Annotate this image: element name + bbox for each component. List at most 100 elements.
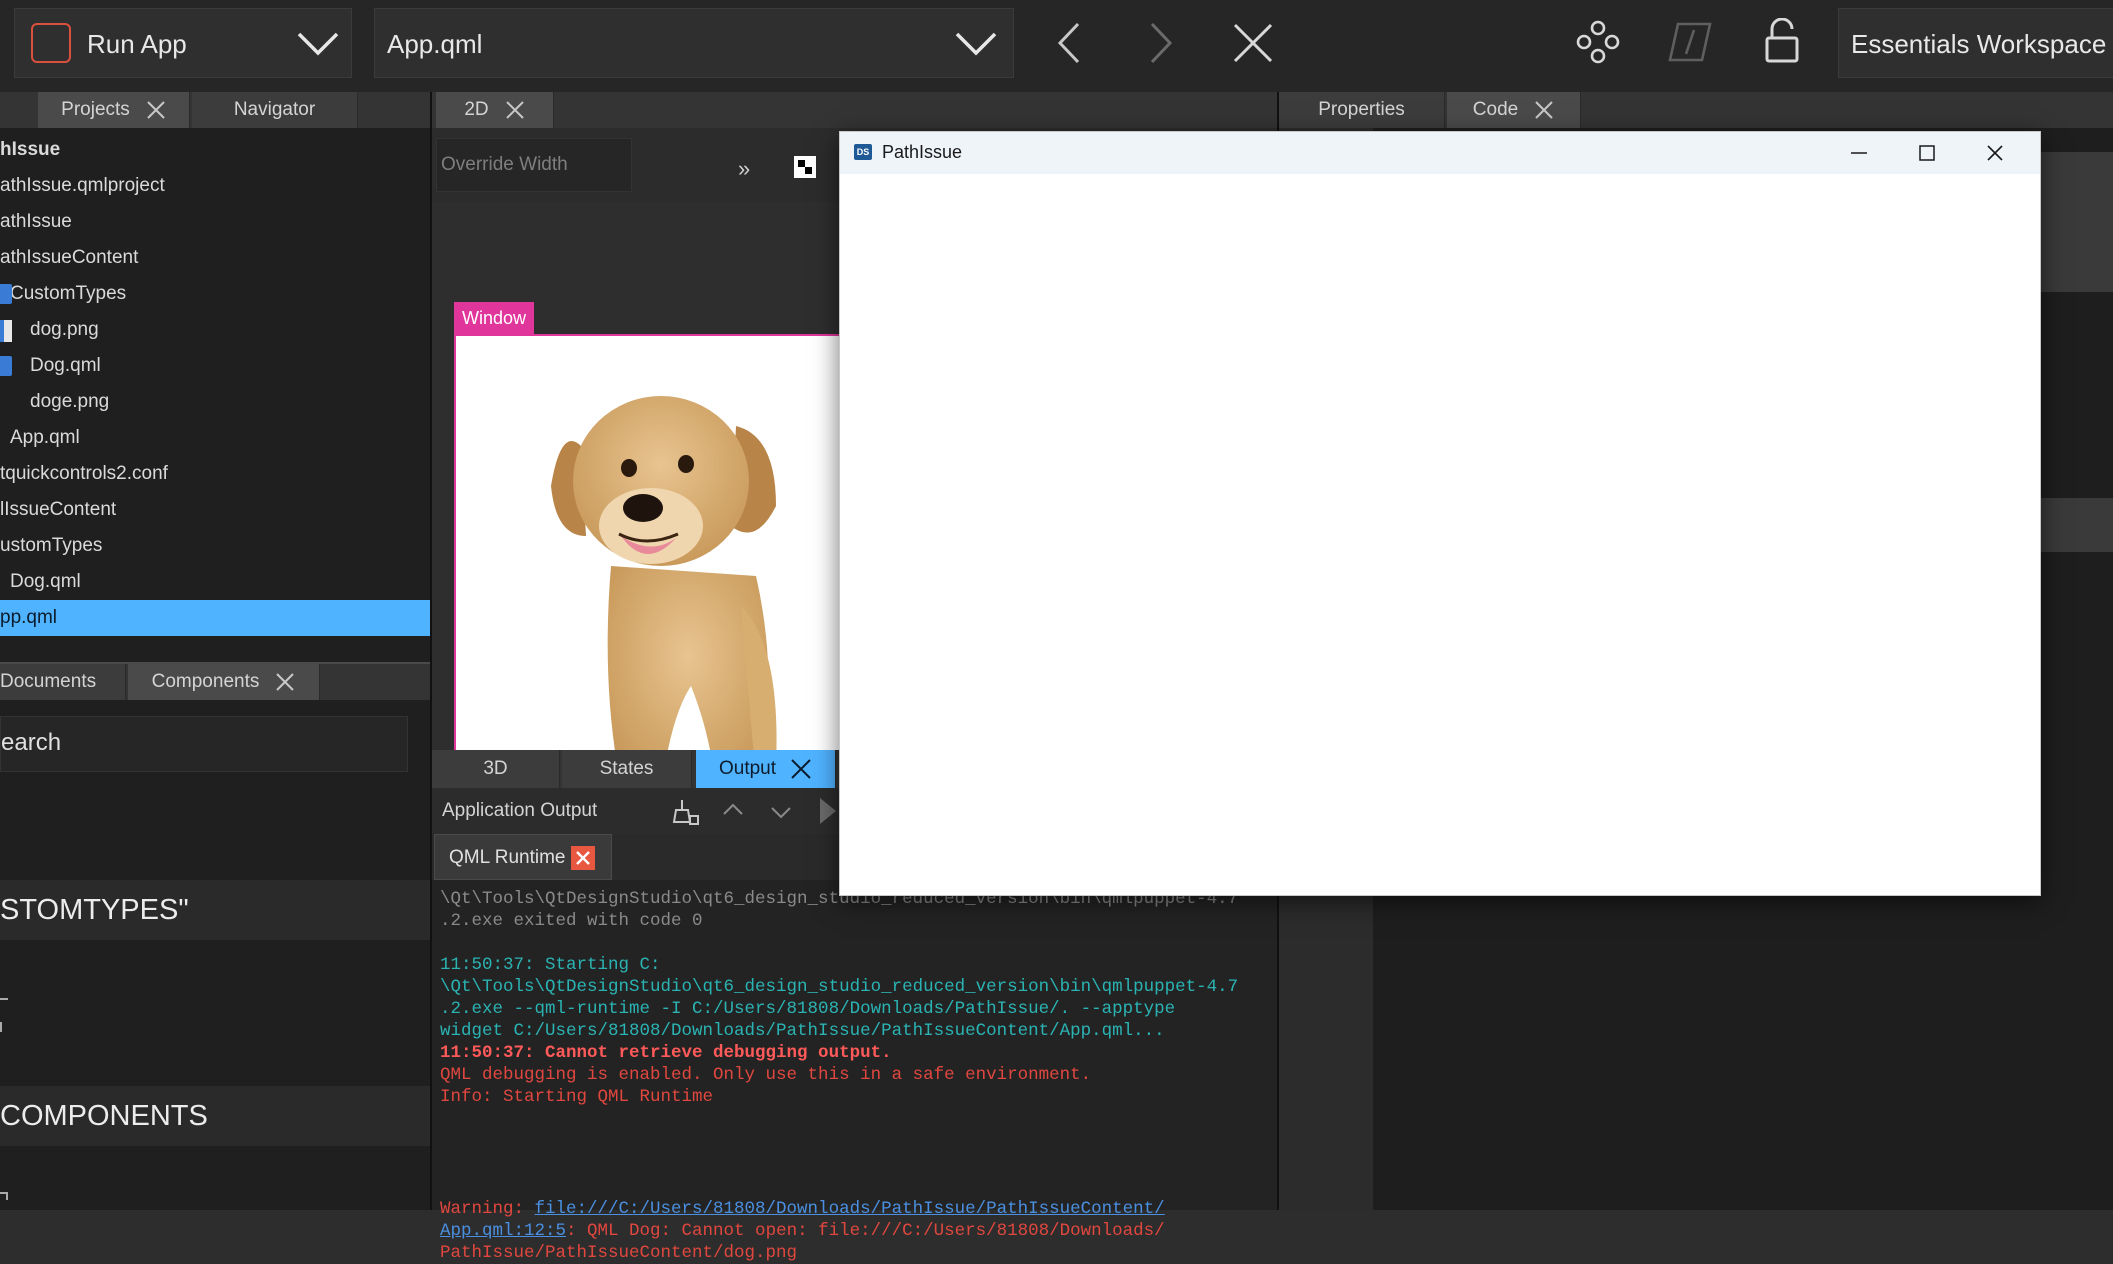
close-icon[interactable] [1534, 100, 1554, 120]
minimize-icon[interactable] [1850, 146, 1868, 160]
tab-label: Properties [1318, 99, 1405, 120]
tree-item[interactable]: athIssue [0, 204, 430, 240]
section-title: STOMTYPES" [0, 894, 189, 926]
tab-properties[interactable]: Properties [1279, 92, 1445, 128]
log-line: QML debugging is enabled. Only use this … [440, 1065, 1092, 1085]
tab-states[interactable]: States [562, 750, 692, 788]
list-fragment [0, 998, 8, 1000]
tab-navigator[interactable]: Navigator [192, 92, 358, 128]
tab-label: Components [151, 671, 260, 692]
log-warning-line: App.qml:12:5: QML Dog: Cannot open: file… [440, 1220, 1275, 1242]
image-file-icon [0, 284, 12, 304]
tab-label: Code [1472, 99, 1519, 120]
section-header[interactable]: COMPONENTS [0, 1086, 430, 1146]
list-fragment [0, 1192, 8, 1200]
warning-prefix: Warning: [440, 1199, 535, 1219]
window-titlebar[interactable]: DS PathIssue [840, 132, 2040, 174]
chevron-down-icon[interactable] [955, 31, 997, 57]
run-label: Run App [87, 29, 187, 59]
pathissue-window[interactable]: DS PathIssue [839, 131, 2041, 896]
search-input[interactable]: earch [0, 716, 408, 772]
tree-item[interactable]: dog.png [30, 312, 430, 348]
left-panel: Projects Navigator hIssue athIssue.qmlpr… [0, 92, 430, 1210]
tree-item[interactable]: App.qml [10, 420, 430, 456]
close-icon[interactable] [146, 100, 166, 120]
tree-item[interactable]: Dog.qml [30, 348, 430, 384]
right-tabbar: Properties Code [1279, 92, 2113, 128]
tab-output[interactable]: Output [696, 750, 836, 788]
tree-item[interactable]: lIssueContent [0, 492, 430, 528]
qml-file-icon [0, 320, 12, 342]
tree-item[interactable]: athIssue.qmlproject [0, 168, 430, 204]
chevron-down-icon[interactable] [297, 31, 339, 57]
section-header[interactable]: STOMTYPES" [0, 880, 430, 940]
chevron-down-icon[interactable] [770, 806, 792, 820]
document-selector[interactable]: App.qml [374, 8, 1014, 78]
tab-label: States [599, 758, 654, 779]
back-arrow-icon[interactable] [1057, 22, 1081, 64]
tree-item[interactable]: CustomTypes [10, 276, 430, 312]
main-toolbar: Run App App.qml Essentials Workspace [0, 0, 2113, 92]
log-line: Info: Starting QML Runtime [440, 1087, 714, 1107]
tab-label: Output [718, 758, 777, 779]
list-fragment [0, 1022, 5, 1032]
tab-projects[interactable]: Projects [38, 92, 190, 128]
clean-brush-icon[interactable] [672, 798, 700, 826]
window-tag[interactable]: Window [454, 302, 535, 334]
more-chevrons-icon[interactable]: » [738, 156, 750, 182]
close-window-icon[interactable] [1986, 144, 2004, 162]
tab-documents[interactable]: Documents [0, 664, 126, 700]
tab-qml-runtime[interactable]: QML Runtime [434, 834, 612, 880]
tab-components[interactable]: Components [128, 664, 320, 700]
close-icon[interactable] [790, 758, 812, 780]
tree-item-selected[interactable]: pp.qml [0, 600, 430, 636]
override-width-input[interactable]: Override Width [436, 138, 632, 192]
tab-label: 2D [464, 99, 489, 120]
workspace-label: Essentials Workspace [1851, 29, 2107, 59]
warning-link[interactable]: file:///C:/Users/81808/Downloads/PathIss… [535, 1199, 1165, 1219]
tree-item[interactable]: athIssueContent [0, 240, 430, 276]
lock-open-icon[interactable] [1764, 18, 1800, 64]
image-file-icon [0, 356, 12, 376]
tree-item[interactable]: Dog.qml [10, 564, 430, 600]
close-icon[interactable] [571, 846, 595, 870]
override-width-placeholder: Override Width [441, 154, 568, 175]
window-content [840, 174, 2040, 895]
log-line: 11:50:37: Cannot retrieve debugging outp… [440, 1043, 892, 1063]
tree-item[interactable]: tquickcontrols2.conf [0, 456, 430, 492]
tree-item[interactable]: ustomTypes [0, 528, 430, 564]
left-bottom-tabbar: Documents Components [0, 664, 430, 700]
tab-2d[interactable]: 2D [436, 92, 554, 128]
play-icon[interactable] [820, 798, 836, 824]
section-title: COMPONENTS [0, 1100, 208, 1132]
tree-item[interactable]: hIssue [0, 132, 430, 168]
app-icon: DS [854, 144, 872, 160]
close-icon[interactable] [505, 100, 525, 120]
log-warning-line: PathIssue/PathIssueContent/dog.png [440, 1243, 798, 1263]
log-warning-line: Warning: file:///C:/Users/81808/Download… [440, 1198, 1275, 1220]
application-output-label: Application Output [442, 800, 598, 821]
close-document-icon[interactable] [1232, 22, 1274, 64]
tab-3d[interactable]: 3D [432, 750, 560, 788]
close-icon[interactable] [275, 672, 295, 692]
forward-arrow-icon[interactable] [1149, 22, 1173, 64]
tab-code[interactable]: Code [1447, 92, 1581, 128]
checker-icon[interactable] [794, 156, 816, 178]
code-edit-icon[interactable] [1668, 22, 1712, 62]
stop-square-icon [31, 23, 71, 63]
log-line: 11:50:37: Starting C: [440, 955, 661, 975]
components-icon[interactable] [1576, 20, 1620, 64]
output-log: \Qt\Tools\QtDesignStudio\qt6_design_stud… [432, 880, 1277, 1263]
warning-link[interactable]: App.qml:12:5 [440, 1221, 566, 1241]
document-name: App.qml [387, 29, 483, 59]
tab-label: Documents [0, 671, 97, 692]
project-tree: hIssue athIssue.qmlproject athIssue athI… [0, 132, 430, 732]
workspace-selector[interactable]: Essentials Workspace [1838, 8, 2113, 78]
log-line: widget C:/Users/81808/Downloads/PathIssu… [440, 1021, 1165, 1041]
tab-label: Navigator [233, 99, 316, 120]
run-selector[interactable]: Run App [14, 8, 352, 78]
tree-item[interactable]: doge.png [30, 384, 430, 420]
chevron-up-icon[interactable] [722, 802, 744, 816]
maximize-icon[interactable] [1918, 144, 1936, 162]
warning-message: : QML Dog: Cannot open: file:///C:/Users… [566, 1221, 1165, 1241]
